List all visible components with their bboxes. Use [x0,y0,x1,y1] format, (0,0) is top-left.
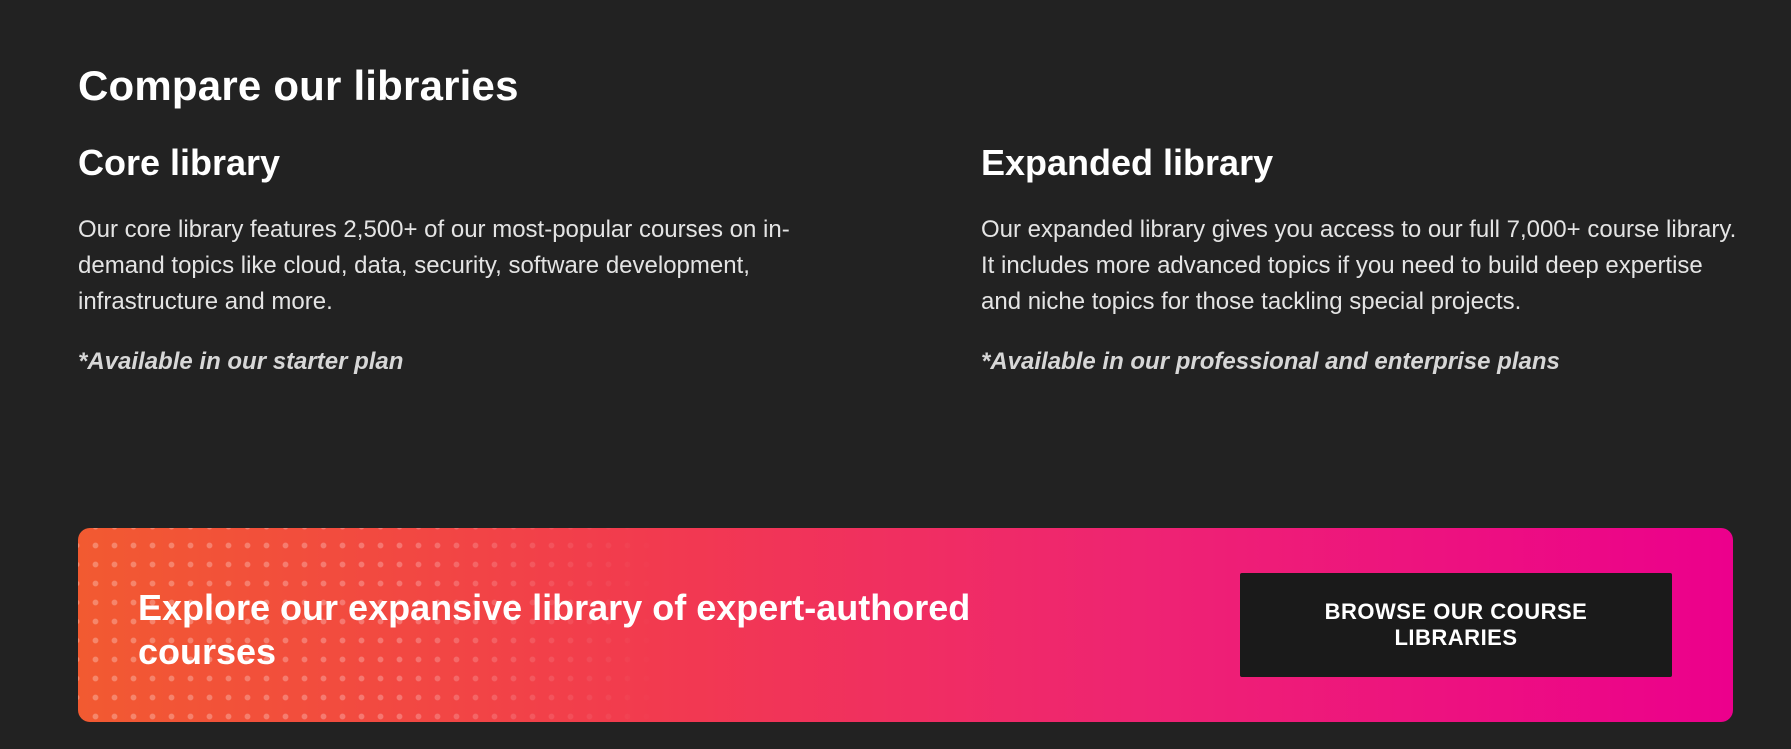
browse-course-libraries-button[interactable]: BROWSE OUR COURSE LIBRARIES [1240,573,1672,677]
core-library-note: *Available in our starter plan [78,348,404,375]
expanded-library-note: *Available in our professional and enter… [981,348,1560,375]
banner-heading: Explore our expansive library of expert-… [138,587,971,672]
page-title: Compare our libraries [78,62,519,109]
expanded-library-column: Expanded library Our expanded library gi… [981,140,1741,378]
explore-library-banner: Explore our expansive library of expert-… [78,528,1733,722]
expanded-library-heading: Expanded library [981,142,1274,183]
core-library-heading: Core library [78,142,281,183]
expanded-library-description: Our expanded library gives you access to… [981,216,1737,315]
core-library-description: Our core library features 2,500+ of our … [78,216,790,315]
core-library-column: Core library Our core library features 2… [78,140,828,378]
